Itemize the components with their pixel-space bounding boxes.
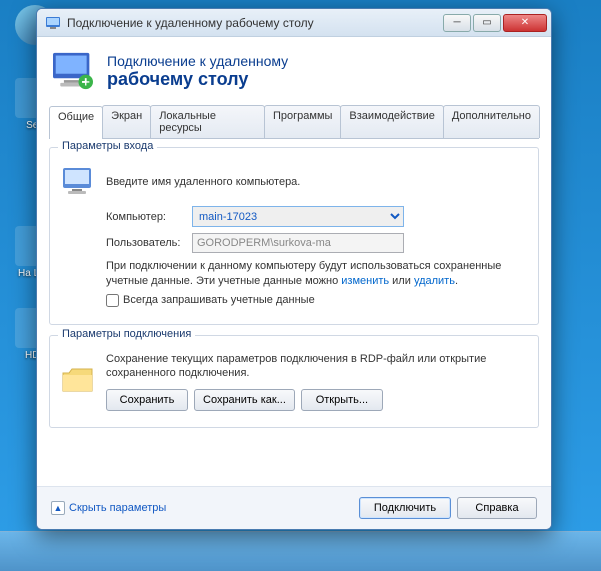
computer-label: Компьютер: [106,211,192,223]
computer-input[interactable]: main-17023 [192,206,404,227]
window-title: Подключение к удаленному рабочему столу [67,16,443,30]
chevron-up-icon: ▲ [51,501,65,515]
tab-experience[interactable]: Взаимодействие [340,105,443,138]
dialog-footer: ▲ Скрыть параметры Подключить Справка [37,486,551,529]
header-line1: Подключение к удаленному [107,53,288,69]
user-label: Пользователь: [106,237,192,249]
user-input[interactable] [192,233,404,253]
save-as-button[interactable]: Сохранить как... [194,389,295,411]
tab-local-resources[interactable]: Локальные ресурсы [150,105,265,138]
always-ask-checkbox[interactable] [106,294,119,307]
credentials-note: При подключении к данному компьютеру буд… [106,259,528,308]
tab-general[interactable]: Общие [49,106,103,139]
close-button[interactable]: ✕ [503,14,547,32]
tab-advanced[interactable]: Дополнительно [443,105,540,138]
dialog-header: Подключение к удаленному рабочему столу [37,37,551,105]
titlebar[interactable]: Подключение к удаленному рабочему столу … [37,9,551,37]
computer-icon [60,164,96,200]
connection-group-title: Параметры подключения [58,328,195,340]
minimize-button[interactable]: ─ [443,14,471,32]
folder-icon [60,363,96,399]
save-button[interactable]: Сохранить [106,389,188,411]
always-ask-label: Всегда запрашивать учетные данные [123,293,315,308]
help-button[interactable]: Справка [457,497,537,519]
hide-options-link[interactable]: ▲ Скрыть параметры [51,501,166,515]
rdp-icon [45,15,61,31]
maximize-button[interactable]: ▭ [473,14,501,32]
rdp-window: Подключение к удаленному рабочему столу … [36,8,552,530]
login-group-title: Параметры входа [58,140,157,152]
login-instruction: Введите имя удаленного компьютера. [106,175,300,190]
change-link[interactable]: изменить [341,275,389,287]
header-line2: рабочему столу [107,69,288,90]
delete-link[interactable]: удалить [414,275,455,287]
connection-desc: Сохранение текущих параметров подключени… [106,352,528,382]
monitor-icon [51,51,95,91]
connect-button[interactable]: Подключить [359,497,451,519]
open-button[interactable]: Открыть... [301,389,383,411]
connection-group: Параметры подключения Сохранение текущих… [49,335,539,429]
tab-programs[interactable]: Программы [264,105,341,138]
tab-display[interactable]: Экран [102,105,151,138]
login-group: Параметры входа Введите имя удаленного к… [49,147,539,325]
taskbar[interactable] [0,531,601,571]
tab-bar: Общие Экран Локальные ресурсы Программы … [49,105,539,139]
